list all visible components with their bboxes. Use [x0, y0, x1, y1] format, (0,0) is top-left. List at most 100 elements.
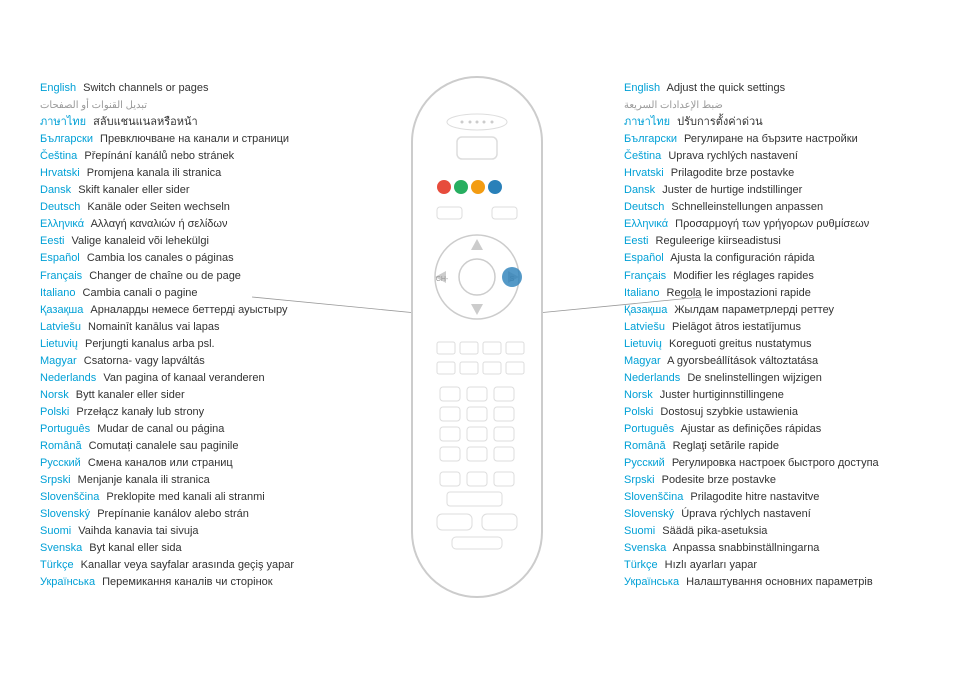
- lang-text: Przełącz kanały lub strony: [73, 406, 204, 418]
- lang-text: Byt kanal eller sida: [86, 542, 181, 554]
- lang-row: Slovenščina Preklopite med kanali ali st…: [40, 489, 330, 506]
- lang-name: Slovenský: [624, 508, 674, 520]
- lang-name: Українська: [624, 576, 679, 588]
- lang-row: Magyar A gyorsbeállítások változtatása: [624, 353, 934, 370]
- lang-row: Čeština Uprava rychlých nastavení: [624, 148, 934, 165]
- lang-text: Ajusta la configuración rápida: [668, 252, 815, 264]
- lang-text: Juster de hurtige indstillinger: [659, 184, 802, 196]
- lang-row: Polski Przełącz kanały lub strony: [40, 404, 330, 421]
- lang-text: Nomainīt kanālus vai lapas: [85, 321, 220, 333]
- lang-row-arabic: ضبط الإعدادات السريعة: [624, 97, 934, 114]
- lang-row: Slovenský Úprava rýchlych nastavení: [624, 506, 934, 523]
- lang-name: Svenska: [40, 542, 82, 554]
- lang-text: Bytt kanaler eller sider: [73, 389, 185, 401]
- lang-row: Nederlands De snelinstellingen wijzigen: [624, 370, 934, 387]
- remote-control: CH- S: [382, 67, 572, 607]
- lang-text: Pielāgot ātros iestatījumus: [669, 321, 801, 333]
- lang-text: Schnelleinstellungen anpassen: [668, 201, 823, 213]
- lang-text: Juster hurtiginnstillingene: [657, 389, 784, 401]
- lang-row-arabic: تبديل القنوات أو الصفحات: [40, 97, 330, 114]
- lang-text: Hızlı ayarları yapar: [662, 559, 757, 571]
- lang-name: ภาษาไทย: [40, 116, 86, 128]
- lang-row: Română Comutați canalele sau paginile: [40, 438, 330, 455]
- lang-text: Жылдам параметрлерді реттеу: [671, 304, 834, 316]
- lang-name: Norsk: [40, 389, 69, 401]
- lang-row: Deutsch Schnelleinstellungen anpassen: [624, 199, 934, 216]
- lang-name: Magyar: [40, 355, 77, 367]
- lang-row: Srpski Podesite brze postavke: [624, 472, 934, 489]
- lang-text: Cambia canali o pagine: [79, 287, 197, 299]
- lang-text: Comutați canalele sau paginile: [86, 440, 239, 452]
- lang-name: Română: [40, 440, 82, 452]
- lang-row-english: English Adjust the quick settings: [624, 80, 934, 97]
- lang-name: Magyar: [624, 355, 661, 367]
- lang-row-english: English Switch channels or pages: [40, 80, 330, 97]
- lang-text: Koreguoti greitus nustatymus: [666, 338, 812, 350]
- lang-name: Deutsch: [40, 201, 80, 213]
- lang-name: Ελληνικά: [40, 218, 84, 230]
- lang-name: ภาษาไทย: [624, 116, 670, 128]
- lang-text: Valige kanaleid või lehekülgi: [68, 235, 208, 247]
- lang-row: Norsk Bytt kanaler eller sider: [40, 387, 330, 404]
- lang-text: Changer de chaîne ou de page: [86, 270, 241, 282]
- lang-name: Slovenščina: [40, 491, 99, 503]
- lang-row: Dansk Juster de hurtige indstillinger: [624, 182, 934, 199]
- lang-text: Арналарды немесе беттерді ауыстыру: [87, 304, 287, 316]
- lang-row: Español Cambia los canales o páginas: [40, 250, 330, 267]
- lang-name: Čeština: [624, 150, 661, 162]
- arabic-text: ضبط الإعدادات السريعة: [624, 98, 723, 114]
- lang-name: Português: [40, 423, 90, 435]
- left-panel: English Switch channels or pagesتبديل ال…: [10, 20, 330, 653]
- lang-row: Dansk Skift kanaler eller sider: [40, 182, 330, 199]
- lang-row: Suomi Vaihda kanavia tai sivuja: [40, 523, 330, 540]
- lang-name: Polski: [624, 406, 653, 418]
- lang-text: Säädä pika-asetuksia: [659, 525, 767, 537]
- lang-text: Switch channels or pages: [80, 82, 208, 94]
- lang-text: Promjena kanala ili stranica: [84, 167, 222, 179]
- lang-name: Українська: [40, 576, 95, 588]
- lang-row: Eesti Valige kanaleid või lehekülgi: [40, 233, 330, 250]
- lang-row: Srpski Menjanje kanala ili stranica: [40, 472, 330, 489]
- lang-name: Čeština: [40, 150, 77, 162]
- lang-name: Eesti: [624, 235, 648, 247]
- lang-row: Italiano Cambia canali o pagine: [40, 285, 330, 302]
- lang-name: Български: [40, 133, 93, 145]
- lang-text: A gyorsbeállítások változtatása: [665, 355, 818, 367]
- lang-text: Cambia los canales o páginas: [84, 252, 234, 264]
- lang-name: Ελληνικά: [624, 218, 668, 230]
- lang-name: Deutsch: [624, 201, 664, 213]
- lang-text: Ajustar as definições rápidas: [678, 423, 821, 435]
- lang-row: Lietuvių Perjungti kanalus arba psl.: [40, 336, 330, 353]
- lang-name: Nederlands: [624, 372, 680, 384]
- lang-name: Srpski: [624, 474, 655, 486]
- lang-text: Van pagina of kanaal veranderen: [100, 372, 264, 384]
- lang-row: Українська Налаштування основних парамет…: [624, 574, 934, 591]
- lang-text: สลับแชนแนลหรือหน้า: [90, 116, 198, 128]
- lang-name: Dansk: [624, 184, 655, 196]
- lang-text: De snelinstellingen wijzigen: [684, 372, 822, 384]
- lang-name: Srpski: [40, 474, 71, 486]
- lang-row: Latviešu Nomainīt kanālus vai lapas: [40, 319, 330, 336]
- lang-row: Nederlands Van pagina of kanaal verander…: [40, 370, 330, 387]
- lang-row: ภาษาไทย ปรับการตั้งค่าด่วน: [624, 114, 934, 131]
- svg-text:CH-: CH-: [436, 276, 449, 283]
- lang-row: Français Changer de chaîne ou de page: [40, 268, 330, 285]
- lang-row: Suomi Säädä pika-asetuksia: [624, 523, 934, 540]
- lang-name: Polski: [40, 406, 69, 418]
- lang-row: Polski Dostosuj szybkie ustawienia: [624, 404, 934, 421]
- lang-row: Қазақша Арналарды немесе беттерді ауысты…: [40, 302, 330, 319]
- lang-text: Menjanje kanala ili stranica: [75, 474, 210, 486]
- lang-name: Lietuvių: [624, 338, 662, 350]
- lang-text: Kanäle oder Seiten wechseln: [84, 201, 230, 213]
- lang-row: Slovenščina Prilagodite hitre nastavitve: [624, 489, 934, 506]
- lang-row: Ελληνικά Προσαρμογή των γρήγορων ρυθμίσε…: [624, 216, 934, 233]
- lang-row: Українська Перемикання каналів чи сторін…: [40, 574, 330, 591]
- lang-row: Latviešu Pielāgot ātros iestatījumus: [624, 319, 934, 336]
- lang-text: Регулировка настроек быстрого доступа: [669, 457, 879, 469]
- lang-name: Latviešu: [624, 321, 665, 333]
- lang-name: Norsk: [624, 389, 653, 401]
- lang-name: Русский: [624, 457, 665, 469]
- lang-row: Svenska Anpassa snabbinställningarna: [624, 540, 934, 557]
- lang-row: Hrvatski Prilagodite brze postavke: [624, 165, 934, 182]
- lang-row: Eesti Reguleerige kiirseadistusi: [624, 233, 934, 250]
